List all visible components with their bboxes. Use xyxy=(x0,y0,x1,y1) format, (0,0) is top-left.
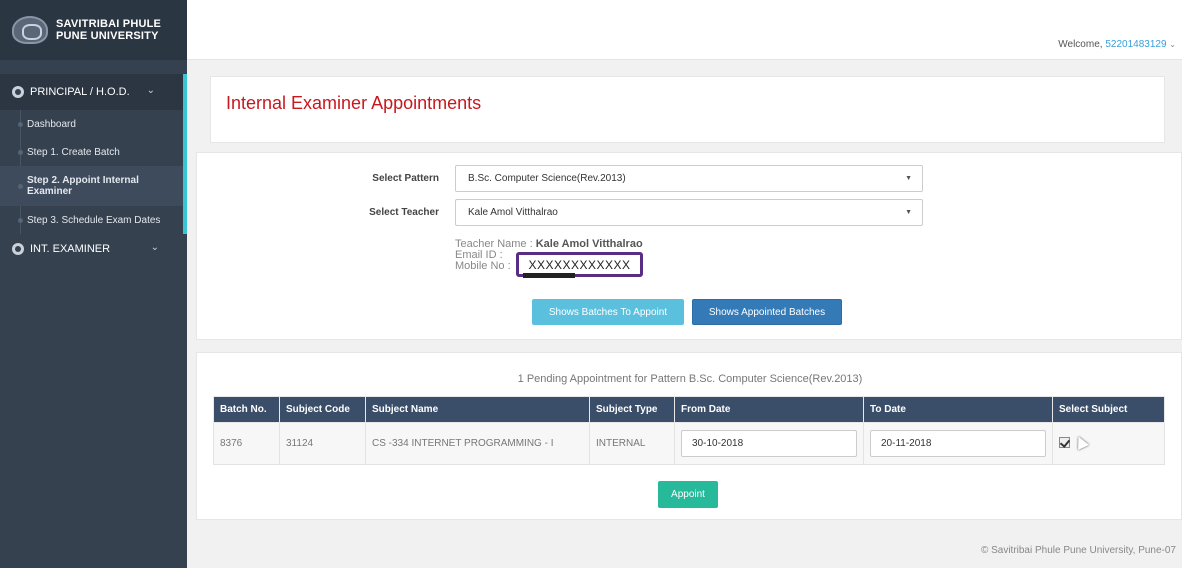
brand-line1: SAVITRIBAI PHULE xyxy=(56,18,162,30)
menu-group-principal-hod[interactable]: PRINCIPAL / H.O.D. ⌄ xyxy=(0,74,187,110)
pattern-row: Select Pattern B.Sc. Computer Science(Re… xyxy=(363,165,923,192)
subject-code-cell: 31124 xyxy=(279,422,366,465)
pattern-label: Select Pattern xyxy=(372,173,439,184)
sidebar-item-appoint-internal-examiner[interactable]: Step 2. Appoint Internal Examiner xyxy=(0,166,183,206)
column-header: Subject Type xyxy=(589,396,675,423)
bullet-icon xyxy=(18,183,23,189)
sidebar-item-create-batch[interactable]: Step 1. Create Batch xyxy=(0,138,183,166)
appointments-card: 1 Pending Appointment for Pattern B.Sc. … xyxy=(196,352,1182,520)
from-date-cell: 30-10-2018 xyxy=(674,422,864,465)
mouse-cursor-icon xyxy=(1072,434,1089,450)
select-subject-cell xyxy=(1052,422,1165,465)
pending-appointment-text: 1 Pending Appointment for Pattern B.Sc. … xyxy=(517,373,863,385)
appointments-table: Batch No. Subject Code Subject Name Subj… xyxy=(213,396,1165,465)
column-header: Subject Name xyxy=(365,396,590,423)
submenu-principal: Dashboard Step 1. Create Batch Step 2. A… xyxy=(0,110,187,234)
menu-group-label: PRINCIPAL / H.O.D. xyxy=(30,86,130,98)
top-header: Welcome, 52201483129 ⌄ xyxy=(187,0,1182,60)
welcome-text: Welcome, xyxy=(1058,39,1106,50)
dropdown-arrow-icon: ▼ xyxy=(905,175,912,182)
brand-line2: PUNE UNIVERSITY xyxy=(56,30,159,42)
column-header: Select Subject xyxy=(1052,396,1165,423)
user-id: 52201483129 xyxy=(1105,39,1167,50)
sidebar-item-schedule-exam-dates[interactable]: Step 3. Schedule Exam Dates xyxy=(0,206,183,234)
sidebar-item-label: Step 2. Appoint Internal Examiner xyxy=(27,175,139,197)
to-date-cell: 20-11-2018 xyxy=(863,422,1053,465)
menu-group-label: INT. EXAMINER xyxy=(30,243,111,255)
appoint-button[interactable]: Appoint xyxy=(658,481,718,508)
column-header: Batch No. xyxy=(213,396,280,423)
teacher-selected-value: Kale Amol Vitthalrao xyxy=(468,207,558,218)
pattern-selected-value: B.Sc. Computer Science(Rev.2013) xyxy=(468,173,626,184)
dashboard-icon xyxy=(12,86,24,98)
page-title: Internal Examiner Appointments xyxy=(226,93,482,113)
select-subject-checkbox[interactable] xyxy=(1059,437,1070,448)
chevron-down-icon: ⌄ xyxy=(146,85,155,96)
table-row: 8376 31124 CS -334 INTERNET PROGRAMMING … xyxy=(213,422,1165,465)
column-header: Subject Code xyxy=(279,396,366,423)
user-menu[interactable]: Welcome, 52201483129 ⌄ xyxy=(1058,39,1176,50)
sidebar-item-label: Step 3. Schedule Exam Dates xyxy=(27,214,161,226)
university-logo-icon xyxy=(12,16,48,44)
teacher-label: Select Teacher xyxy=(369,207,439,218)
teacher-select[interactable]: Kale Amol Vitthalrao ▼ xyxy=(455,199,923,226)
dashboard-icon xyxy=(12,243,24,255)
from-date-input[interactable]: 30-10-2018 xyxy=(681,430,857,457)
menu-group-int-examiner[interactable]: INT. EXAMINER ⌄ xyxy=(0,234,187,264)
pattern-select[interactable]: B.Sc. Computer Science(Rev.2013) ▼ xyxy=(455,165,923,192)
shows-appointed-batches-button[interactable]: Shows Appointed Batches xyxy=(692,299,842,325)
subject-name-cell: CS -334 INTERNET PROGRAMMING - I xyxy=(365,422,590,465)
bullet-icon xyxy=(18,121,23,127)
title-card: Internal Examiner Appointments xyxy=(210,76,1165,143)
sidebar-item-dashboard[interactable]: Dashboard xyxy=(0,110,183,138)
to-date-input[interactable]: 20-11-2018 xyxy=(870,430,1046,457)
chevron-down-icon: ⌄ xyxy=(1169,40,1176,49)
sidebar-item-label: Step 1. Create Batch xyxy=(27,146,120,158)
brand-text: SAVITRIBAI PHULE PUNE UNIVERSITY xyxy=(56,18,161,42)
column-header: To Date xyxy=(863,396,1053,423)
batch-no-cell: 8376 xyxy=(213,422,280,465)
teacher-row: Select Teacher Kale Amol Vitthalrao ▼ xyxy=(363,199,923,226)
column-header: From Date xyxy=(674,396,864,423)
selection-form: Select Pattern B.Sc. Computer Science(Re… xyxy=(196,152,1182,340)
bullet-icon xyxy=(18,217,23,223)
shows-batches-to-appoint-button[interactable]: Shows Batches To Appoint xyxy=(532,299,684,325)
brand[interactable]: SAVITRIBAI PHULE PUNE UNIVERSITY xyxy=(0,0,187,60)
footer-copyright: © Savitribai Phule Pune University, Pune… xyxy=(980,545,1176,556)
sidebar: SAVITRIBAI PHULE PUNE UNIVERSITY PRINCIP… xyxy=(0,0,187,568)
bullet-icon xyxy=(18,149,23,155)
dropdown-arrow-icon: ▼ xyxy=(905,209,912,216)
sidebar-item-label: Dashboard xyxy=(27,118,76,130)
teacher-name-value: Kale Amol Vitthalrao xyxy=(535,238,643,250)
chevron-down-icon: ⌄ xyxy=(150,242,159,253)
table-header-row: Batch No. Subject Code Subject Name Subj… xyxy=(213,396,1165,423)
mobile-redaction xyxy=(523,273,575,278)
subject-type-cell: INTERNAL xyxy=(589,422,675,465)
